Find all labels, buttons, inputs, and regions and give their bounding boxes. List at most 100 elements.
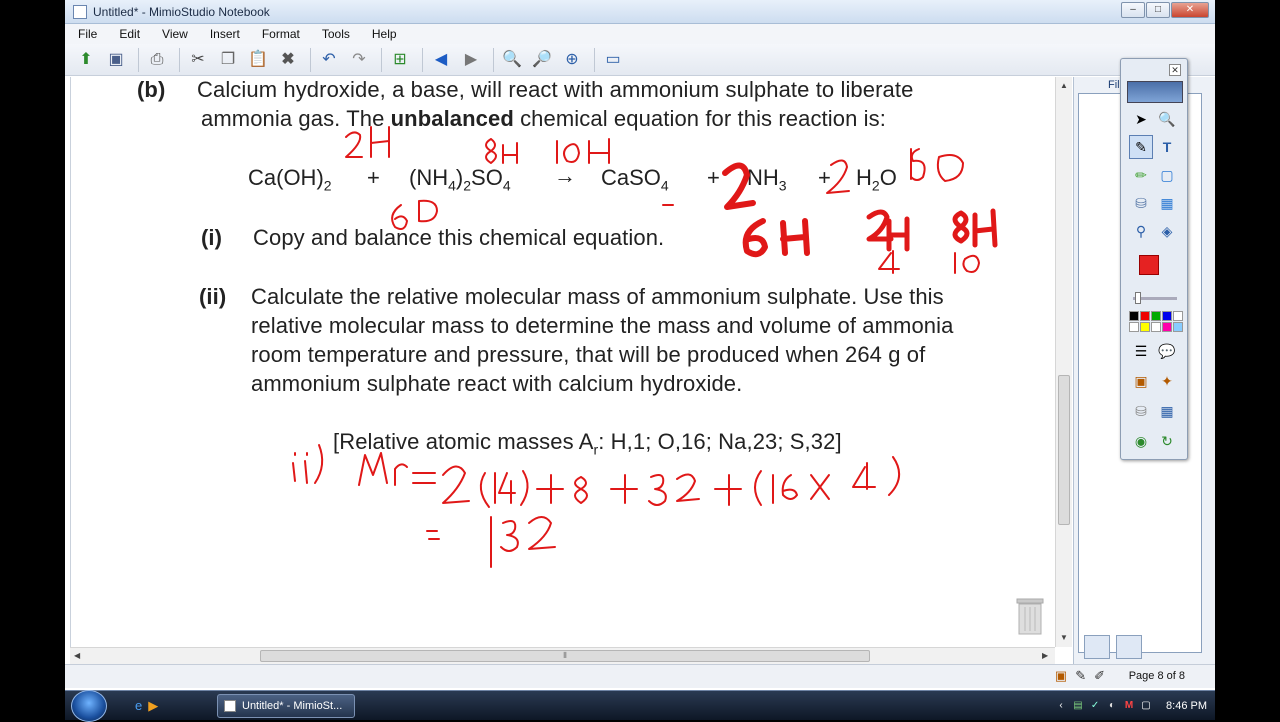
application-window: Untitled* - MimioStudio Notebook – □ ✕ F…: [65, 0, 1215, 720]
tray-security-icon[interactable]: ✓: [1088, 699, 1102, 713]
color-white[interactable]: [1173, 311, 1183, 321]
screen-icon[interactable]: ▭: [600, 47, 626, 73]
copy-icon[interactable]: ❐: [215, 47, 241, 73]
close-button[interactable]: ✕: [1171, 2, 1209, 18]
palette-close-icon[interactable]: ✕: [1169, 64, 1181, 76]
text-tool-icon[interactable]: T: [1155, 135, 1179, 159]
handwriting-layer[interactable]: [71, 77, 1058, 647]
select-tool-icon[interactable]: ➤: [1129, 107, 1153, 131]
ink-stroke: [676, 473, 700, 502]
zoom-fit-icon[interactable]: ⊕: [559, 47, 585, 73]
vertical-scroll-thumb[interactable]: [1058, 375, 1070, 525]
horizontal-scrollbar[interactable]: ◀ ⦀ ▶: [70, 647, 1055, 664]
internet-explorer-icon[interactable]: e: [135, 698, 142, 714]
previous-page-icon[interactable]: ◀: [428, 47, 454, 73]
ink-stroke: [574, 476, 588, 504]
app-icon: [73, 4, 87, 19]
trash-icon[interactable]: [1013, 597, 1047, 637]
reveal-tool-icon[interactable]: ▣: [1129, 369, 1153, 393]
scroll-left-icon[interactable]: ◀: [74, 651, 80, 660]
tray-network-icon[interactable]: ▤: [1071, 699, 1085, 713]
scroll-up-icon[interactable]: ▲: [1060, 81, 1068, 90]
delete-icon[interactable]: ✖: [275, 47, 301, 73]
tray-mimio-icon[interactable]: M: [1122, 699, 1136, 713]
save-icon[interactable]: ▣: [103, 47, 129, 73]
ink-stroke: [556, 140, 580, 164]
screen-tool-icon[interactable]: ▦: [1155, 399, 1179, 423]
horizontal-scroll-thumb[interactable]: ⦀: [260, 650, 870, 662]
tray-volume-icon[interactable]: ◐: [1105, 699, 1119, 713]
color-pink[interactable]: [1162, 322, 1172, 332]
ink-stroke: [826, 159, 850, 194]
zoom-tool-icon[interactable]: 🔍: [1155, 107, 1179, 131]
spotlight-tool-icon[interactable]: ✦: [1155, 369, 1179, 393]
taskbar-window-button[interactable]: Untitled* - MimioSt...: [217, 694, 355, 718]
media-player-icon[interactable]: ▶: [148, 698, 158, 714]
menu-insert[interactable]: Insert: [196, 27, 248, 41]
highlighter-tool-icon[interactable]: ✏: [1129, 163, 1153, 187]
pen-tool-icon[interactable]: ✎: [1129, 135, 1153, 159]
refresh-tool-icon[interactable]: ↻: [1155, 429, 1179, 453]
menu-help[interactable]: Help: [358, 27, 405, 41]
color-yellow[interactable]: [1140, 322, 1150, 332]
zoom-out-icon[interactable]: 🔎: [529, 47, 555, 73]
notebook-page[interactable]: (b) Calcium hydroxide, a base, will reac…: [70, 77, 1058, 647]
fill-tool-icon[interactable]: ◈: [1155, 219, 1179, 243]
minimize-button[interactable]: –: [1121, 2, 1145, 18]
menu-tools[interactable]: Tools: [308, 27, 358, 41]
menu-file[interactable]: File: [65, 27, 105, 41]
zoom-in-icon[interactable]: 🔍: [499, 47, 525, 73]
next-page-icon[interactable]: ▶: [458, 47, 484, 73]
maximize-button[interactable]: □: [1146, 2, 1170, 18]
vertical-scrollbar[interactable]: ▲ ▼: [1055, 77, 1072, 647]
line-width-slider[interactable]: [1133, 292, 1177, 304]
clock[interactable]: 8:46 PM: [1166, 700, 1207, 712]
redo-icon[interactable]: ↷: [346, 47, 372, 73]
gallery-view-button[interactable]: [1116, 635, 1142, 659]
scroll-right-icon[interactable]: ▶: [1042, 651, 1048, 660]
ink-stroke: [852, 462, 876, 490]
thumbnails-view-button[interactable]: [1084, 635, 1110, 659]
ink-stroke: [485, 138, 497, 164]
lines-tool-icon[interactable]: ☰: [1129, 339, 1153, 363]
image-tool-icon[interactable]: ▦: [1155, 191, 1179, 215]
color-blue[interactable]: [1162, 311, 1172, 321]
print-icon[interactable]: ⎙: [144, 47, 170, 73]
line-color-swatch[interactable]: [1139, 255, 1159, 275]
toolbar-separator: [381, 47, 382, 72]
paste-icon[interactable]: 📋: [245, 47, 271, 73]
scroll-down-icon[interactable]: ▼: [1060, 633, 1068, 642]
cylinder-tool-icon[interactable]: ⛁: [1129, 191, 1153, 215]
start-button[interactable]: [71, 690, 107, 722]
menu-format[interactable]: Format: [248, 27, 308, 41]
menu-view[interactable]: View: [148, 27, 196, 41]
pen-icon[interactable]: ✎: [1075, 668, 1086, 684]
color-black[interactable]: [1129, 311, 1139, 321]
record-tool-icon[interactable]: ⛁: [1129, 399, 1153, 423]
color-green[interactable]: [1151, 311, 1161, 321]
cut-icon[interactable]: ✂: [185, 47, 211, 73]
color-none[interactable]: [1151, 322, 1161, 332]
ink-stroke: [810, 474, 830, 500]
ink-stroke: [952, 210, 970, 244]
color-multi[interactable]: [1173, 322, 1183, 332]
edit-icon[interactable]: ✐: [1094, 668, 1105, 684]
ink-stroke: [588, 138, 610, 164]
ink-stroke: [412, 472, 436, 484]
undo-icon[interactable]: ↶: [316, 47, 342, 73]
title-bar: Untitled* - MimioStudio Notebook – □ ✕: [65, 0, 1215, 24]
color-white-2[interactable]: [1129, 322, 1139, 332]
eyedropper-tool-icon[interactable]: ⚲: [1129, 219, 1153, 243]
tray-display-icon[interactable]: ▢: [1139, 699, 1153, 713]
new-page-icon[interactable]: ⊞: [387, 47, 413, 73]
menu-edit[interactable]: Edit: [105, 27, 148, 41]
line-width-knob[interactable]: [1135, 292, 1141, 304]
tray-expand-icon[interactable]: ‹: [1054, 699, 1068, 713]
shape-tool-icon[interactable]: ▢: [1155, 163, 1179, 187]
record-icon[interactable]: ▣: [1055, 668, 1067, 684]
note-tool-icon[interactable]: 💬: [1155, 339, 1179, 363]
side-panel-tab[interactable]: Fil: [1108, 79, 1120, 91]
open-icon[interactable]: ⬆: [73, 47, 99, 73]
gallery-tool-icon[interactable]: ◉: [1129, 429, 1153, 453]
color-red[interactable]: [1140, 311, 1150, 321]
